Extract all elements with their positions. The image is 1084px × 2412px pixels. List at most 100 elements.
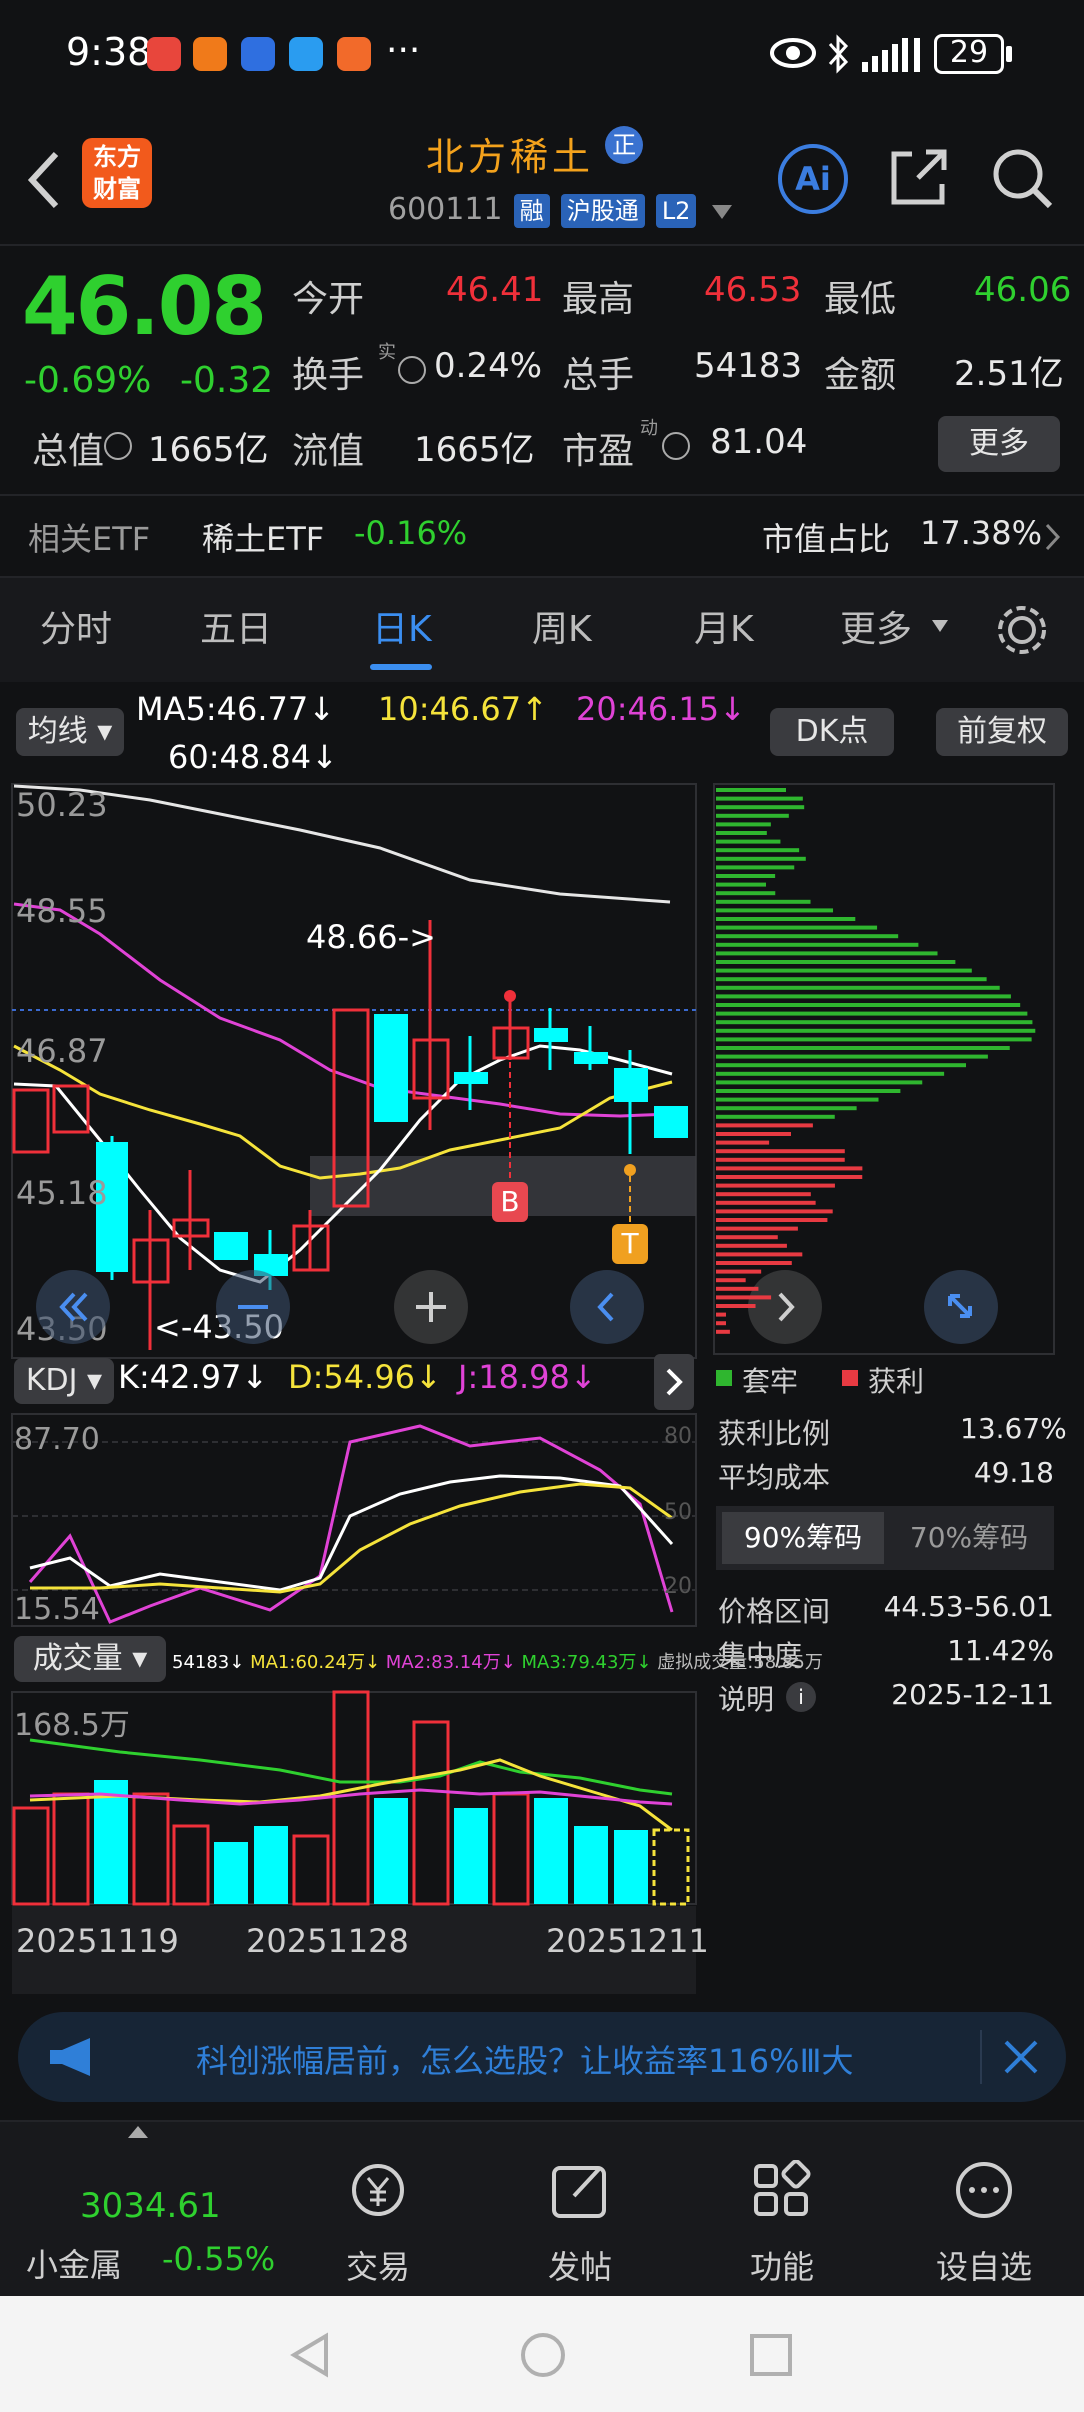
chip-bar [716,1252,803,1257]
chip-value: 11.42% [947,1634,1054,1667]
kdj-axis-top: 87.70 [14,1422,100,1457]
tab-weekly-k[interactable]: 周K [532,600,592,652]
banner-text: 科创涨幅居前，怎么选股？让收益率116%Ⅲ大 [196,2042,854,2080]
stock-title[interactable]: 北方稀土 正 [426,126,644,181]
mktcap-label: 总值 [32,431,105,472]
chip-label: 平均成本 [718,1461,831,1494]
volume-label: 总手 [562,355,635,396]
tag-margin: 融 [513,194,550,228]
chevron-up-icon[interactable] [128,2126,148,2138]
take-marker[interactable]: T [612,1224,648,1264]
chip-bar [716,899,811,904]
chip-bar [716,960,956,964]
tab-chip-90[interactable]: 90%筹码 [722,1512,884,1564]
last-price: 46.08 [22,260,267,353]
scroll-left-button[interactable] [36,1270,110,1344]
chip-bar [716,865,795,870]
chip-bar [716,1003,1021,1007]
info-icon[interactable] [104,432,132,460]
stock-name: 北方稀土 [426,135,595,179]
home-circle-icon[interactable] [518,2330,568,2380]
back-triangle-icon[interactable] [286,2330,336,2380]
stock-header: 东方 财富 北方稀土 正 600111 融 沪股通 L2 Ai [0,110,1084,245]
close-icon[interactable] [1002,2038,1040,2076]
chip-bar [716,1286,759,1291]
prev-button[interactable] [570,1270,644,1344]
info-icon[interactable]: i [786,1682,816,1712]
message-icon [289,37,323,71]
gear-icon[interactable] [994,602,1050,658]
back-arrow-icon[interactable] [24,150,64,210]
date-label: 20251211 [546,1922,709,1960]
nav-functions[interactable]: 功能 [712,2159,852,2288]
buy-marker[interactable]: B [492,1182,528,1222]
kdj-selector-label: KDJ [25,1363,78,1398]
chip-bar [716,848,800,853]
chevron-down-icon[interactable] [711,205,732,219]
etf-row[interactable]: 相关ETF 稀土ETF -0.16% 市值占比 17.38% [0,496,1084,576]
chip-bar [716,1304,756,1308]
eye-icon [770,38,816,68]
nav-trade[interactable]: 交易 [308,2160,448,2288]
adjust-button[interactable]: 前复权 [936,708,1068,756]
app-logo: 东方 财富 [82,138,152,208]
axis-label: 46.87 [16,1032,108,1070]
date-label: 20251119 [16,1922,179,1960]
expand-indicator-button[interactable] [654,1354,694,1410]
nav-set-watchlist[interactable]: 设自选 [914,2160,1054,2288]
dk-point-button[interactable]: DK点 [770,708,894,756]
high-value: 46.53 [704,270,802,310]
chip-bar [716,1321,726,1326]
search-icon[interactable] [990,146,1054,210]
chip-bar [716,1278,746,1283]
chip-bar [716,1235,778,1240]
kdj-selector[interactable]: KDJ ▾ [14,1358,114,1404]
kdj-d-value: D:54.96↓ [288,1358,442,1396]
app-notification-icon [337,37,371,71]
chip-bar [716,1218,828,1222]
tab-chip-70[interactable]: 70%筹码 [888,1512,1050,1564]
chip-bar [716,1071,945,1076]
promo-banner[interactable]: 科创涨幅居前，怎么选股？让收益率116%Ⅲ大 [18,2012,1066,2102]
chip-distribution [713,783,1055,1355]
tab-five-day[interactable]: 五日 [200,600,272,652]
volume-selector[interactable]: 成交量 ▾ [14,1636,166,1682]
kdj-k-value: K:42.97↓ [118,1358,269,1396]
chip-bar [716,813,789,818]
stock-code-row: 600111 融 沪股通 L2 [388,192,732,228]
info-icon[interactable] [398,356,426,384]
tag-l2: L2 [655,194,697,228]
vol-ma2: MA2:83.14万↓ [385,1652,516,1673]
chip-label: 获利比例 [718,1417,831,1450]
more-button[interactable]: 更多 [938,416,1060,472]
chip-bar [716,934,899,939]
ai-button[interactable]: Ai [778,144,848,214]
zoom-in-button[interactable] [394,1270,468,1344]
ma-selector[interactable]: 均线 ▾ [16,708,124,756]
vol-ma3: MA3:79.43万↓ [521,1652,652,1673]
chip-bar [716,1226,798,1231]
zoom-out-button[interactable] [216,1270,290,1344]
chip-bar [716,985,1000,990]
tab-more[interactable]: 更多 [840,600,912,652]
chip-bar [716,788,786,792]
kdj-ref-80: 80 [664,1424,692,1449]
tab-intraday[interactable]: 分时 [40,600,112,652]
share-icon[interactable] [888,146,950,208]
nav-label: 功能 [749,2248,814,2286]
info-icon[interactable] [662,432,690,460]
quote-panel: 46.08 -0.69% -0.32 总值 1665亿 今开 46.41 换手 … [0,246,1084,496]
recents-square-icon[interactable] [746,2330,796,2380]
tab-monthly-k[interactable]: 月K [694,600,754,652]
virtual-volume: 虚拟成交量:58.85万 [657,1652,823,1673]
nav-post[interactable]: 发帖 [510,2160,650,2288]
signal-icon [862,38,920,72]
chip-bar [716,1183,835,1188]
tab-daily-k[interactable]: 日K [372,600,432,652]
chip-bar [716,1192,811,1197]
chip-bar [716,1140,770,1145]
chip-bar [716,831,767,835]
chip-bar [716,1037,1032,1042]
chip-bar [716,822,771,827]
chevron-right-icon [1045,523,1061,551]
